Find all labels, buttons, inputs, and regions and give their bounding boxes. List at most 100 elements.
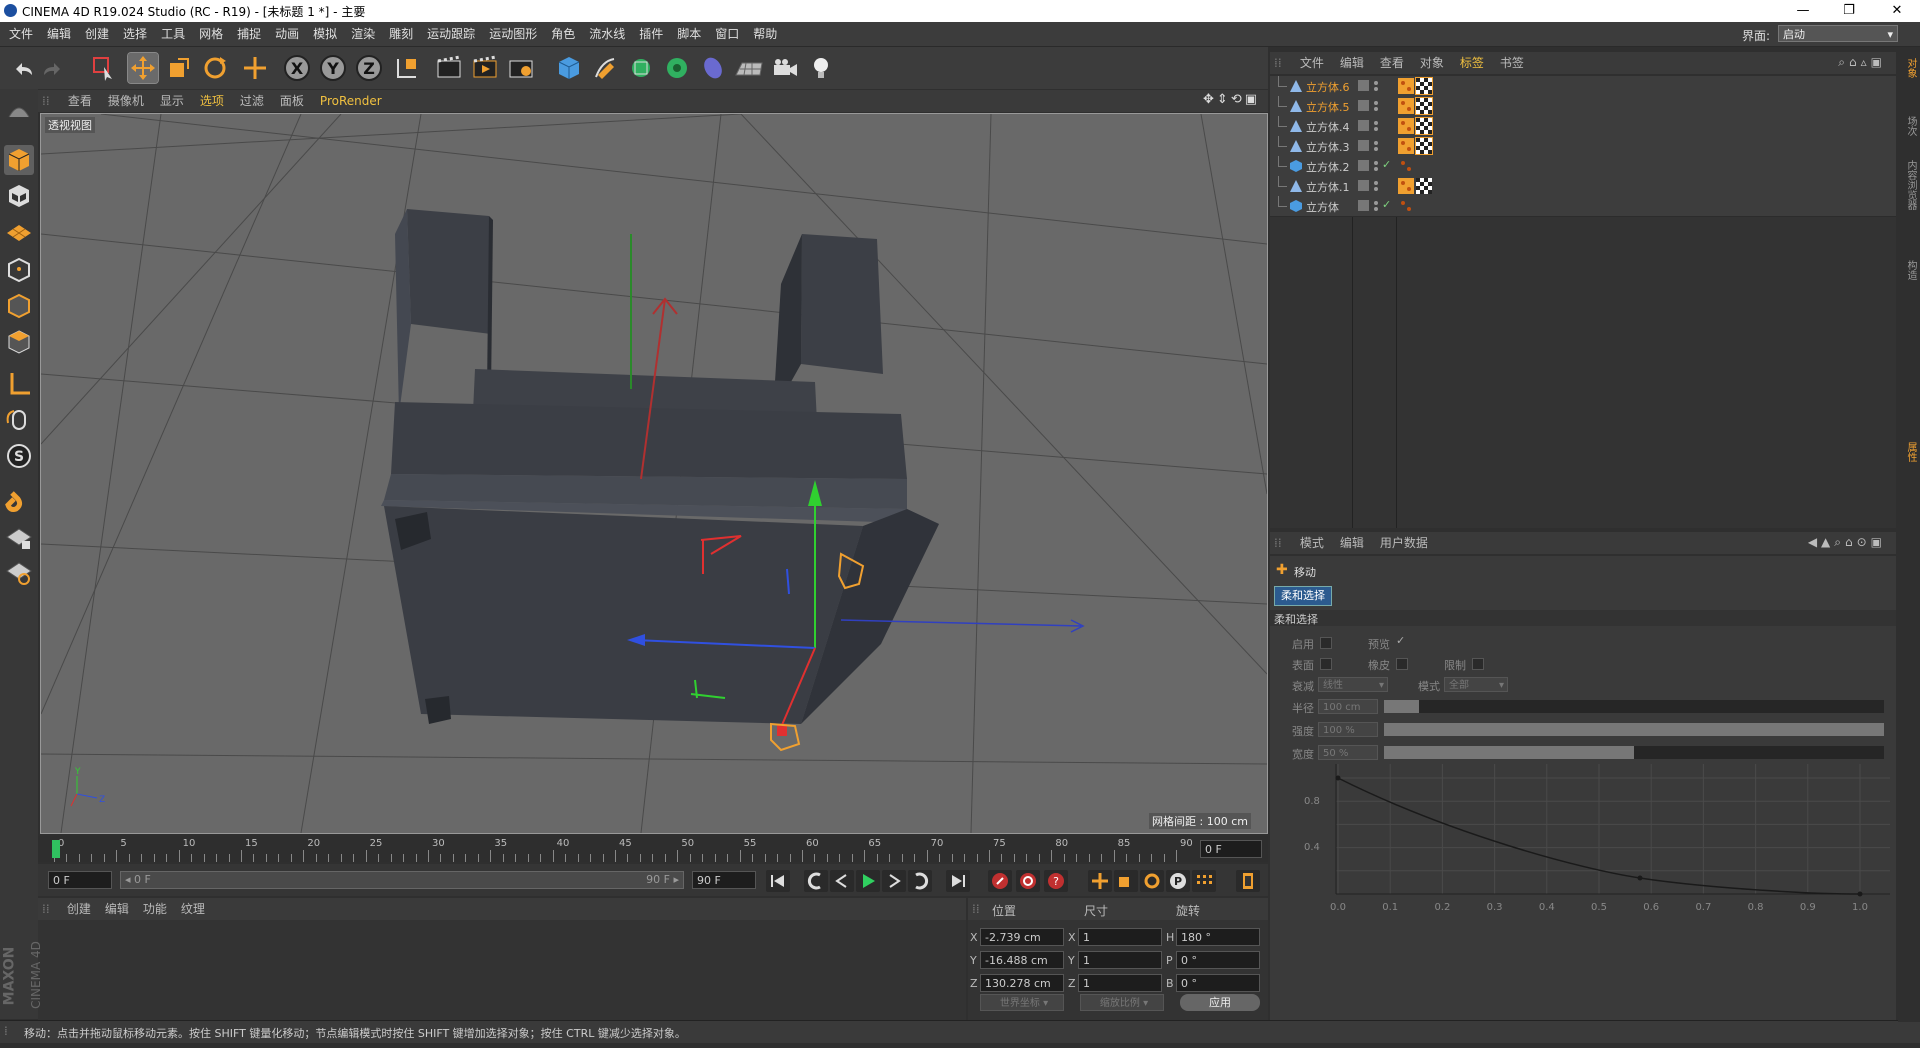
menu-item[interactable]: 渲染 — [344, 22, 382, 46]
record-button[interactable] — [988, 870, 1012, 892]
material-tag-icon[interactable] — [1415, 137, 1433, 155]
enabled-check-icon[interactable]: ✓ — [1382, 158, 1391, 171]
subdivision-surface-button[interactable] — [626, 53, 656, 83]
floor-button[interactable] — [734, 53, 764, 83]
menu-item[interactable]: 模拟 — [306, 22, 344, 46]
size-field[interactable]: 1 — [1078, 928, 1162, 946]
render-visibility-dot[interactable] — [1374, 167, 1378, 171]
render-visibility-dot[interactable] — [1374, 87, 1378, 91]
key-scale-button[interactable] — [1114, 870, 1138, 892]
scale-tool-button[interactable] — [164, 53, 194, 83]
vp-menu-item[interactable]: 选项 — [192, 90, 232, 112]
vp-menu-item[interactable]: 摄像机 — [100, 90, 152, 112]
obj-menu-item[interactable]: 文件 — [1292, 52, 1332, 74]
rubber-checkbox[interactable] — [1396, 658, 1408, 670]
object-name[interactable]: 立方体 — [1306, 199, 1339, 215]
width-field[interactable]: 50 % — [1318, 745, 1378, 760]
editor-visibility-dot[interactable] — [1374, 101, 1378, 105]
end-frame-field[interactable]: 90 F — [692, 871, 756, 889]
lock-workplane-button[interactable] — [4, 523, 34, 553]
position-field[interactable]: -2.739 cm — [980, 928, 1064, 946]
undo-button[interactable] — [8, 53, 38, 83]
points-mode-button[interactable] — [4, 255, 34, 285]
obj-menu-item[interactable]: 编辑 — [1332, 52, 1372, 74]
editor-visibility-dot[interactable] — [1374, 201, 1378, 205]
cube-object-button[interactable] — [554, 53, 584, 83]
object-row[interactable]: 立方体.1 — [1270, 176, 1896, 197]
menu-item[interactable]: 脚本 — [670, 22, 708, 46]
timeline-frame-field[interactable]: 0 F — [1200, 840, 1262, 858]
object-manager-tools[interactable]: ⌕⌂▵▣ — [1838, 55, 1886, 70]
side-tab[interactable]: 构造 — [1900, 260, 1918, 280]
scale-mode-select[interactable]: 缩放比例 ▾ — [1080, 994, 1164, 1011]
model-mode-button[interactable] — [4, 145, 34, 175]
play-button[interactable] — [856, 870, 880, 892]
minimize-button[interactable]: — — [1780, 0, 1826, 22]
timeline-window-button[interactable] — [1236, 870, 1260, 892]
live-selection-button[interactable] — [88, 53, 118, 83]
object-name[interactable]: 立方体.3 — [1306, 139, 1350, 155]
edges-mode-button[interactable] — [4, 291, 34, 321]
size-field[interactable]: 1 — [1078, 951, 1162, 969]
obj-menu-item[interactable]: 标签 — [1452, 52, 1492, 74]
redo-button[interactable] — [38, 53, 68, 83]
editor-visibility-dot[interactable] — [1374, 161, 1378, 165]
position-field[interactable]: 130.278 cm — [980, 974, 1064, 992]
object-row[interactable]: 立方体.4 — [1270, 116, 1896, 137]
side-tab[interactable]: 对象 — [1900, 58, 1918, 78]
solo-button[interactable]: S — [4, 441, 34, 471]
preview-checkbox[interactable]: ✓ — [1396, 634, 1405, 647]
object-row[interactable]: 立方体.5 — [1270, 96, 1896, 117]
current-frame-field[interactable]: 0 F — [48, 871, 112, 889]
render-visibility-dot[interactable] — [1374, 187, 1378, 191]
enable-checkbox[interactable] — [1320, 637, 1332, 649]
frame-range-slider[interactable]: ◂ 0 F 90 F ▸ — [120, 871, 684, 889]
surface-checkbox[interactable] — [1320, 658, 1332, 670]
layer-icon[interactable] — [1358, 160, 1369, 171]
playhead-marker[interactable] — [52, 840, 60, 858]
attr-menu-item[interactable]: 用户数据 — [1372, 532, 1436, 554]
section-header[interactable]: 柔和选择 — [1270, 610, 1896, 626]
render-settings-button[interactable] — [506, 53, 536, 83]
render-view-button[interactable] — [434, 53, 464, 83]
menu-item[interactable]: 运动图形 — [482, 22, 544, 46]
apply-button[interactable]: 应用 — [1180, 994, 1260, 1011]
attribute-nav-tools[interactable]: ◀▲⌕⌂⊙▣ — [1808, 535, 1886, 550]
rotation-field[interactable]: 0 ° — [1176, 974, 1260, 992]
phong-tag-icon[interactable] — [1398, 78, 1414, 94]
attr-menu-item[interactable]: 编辑 — [1332, 532, 1372, 554]
layer-icon[interactable] — [1358, 200, 1369, 211]
viewport-nav-icons[interactable]: ✥⇕⟲▣ — [1203, 92, 1260, 107]
last-tool-button[interactable] — [240, 53, 270, 83]
radius-field[interactable]: 100 cm — [1318, 699, 1378, 714]
timeline-ruler[interactable]: 0 5 10 15 20 25 30 35 40 45 50 55 60 65 70 75 80 85 90 0 F — [38, 836, 1268, 862]
polygons-mode-button[interactable] — [4, 327, 34, 357]
phong-tag-icon[interactable] — [1398, 118, 1414, 134]
obj-menu-item[interactable]: 书签 — [1492, 52, 1532, 74]
phong-tag-icon[interactable] — [1398, 98, 1414, 114]
z-axis-lock-button[interactable]: Z — [354, 53, 384, 83]
material-tag-icon[interactable] — [1415, 117, 1433, 135]
editor-visibility-dot[interactable] — [1374, 121, 1378, 125]
restrict-checkbox[interactable] — [1472, 658, 1484, 670]
enabled-check-icon[interactable]: ✓ — [1382, 198, 1391, 211]
falloff-select[interactable]: 线性 ▾ — [1318, 677, 1388, 692]
menu-item[interactable]: 工具 — [154, 22, 192, 46]
material-tag-icon[interactable] — [1415, 97, 1433, 115]
material-tag-icon[interactable] — [1415, 77, 1433, 95]
curve-point[interactable] — [1857, 891, 1863, 897]
vp-menu-item[interactable]: 过滤 — [232, 90, 272, 112]
menu-item[interactable]: 网格 — [192, 22, 230, 46]
render-visibility-dot[interactable] — [1374, 207, 1378, 211]
phong-tag-icon[interactable] — [1398, 178, 1414, 194]
axis-mode-button[interactable] — [4, 369, 34, 399]
vp-menu-item[interactable]: 面板 — [272, 90, 312, 112]
mat-menu-item[interactable]: 功能 — [136, 898, 174, 920]
strength-field[interactable]: 100 % — [1318, 722, 1378, 737]
vp-menu-item[interactable]: 显示 — [152, 90, 192, 112]
curve-point[interactable] — [1335, 775, 1341, 781]
object-name[interactable]: 立方体.1 — [1306, 179, 1350, 195]
layer-icon[interactable] — [1358, 80, 1369, 91]
menu-item[interactable]: 运动跟踪 — [420, 22, 482, 46]
rotate-tool-button[interactable] — [200, 53, 230, 83]
